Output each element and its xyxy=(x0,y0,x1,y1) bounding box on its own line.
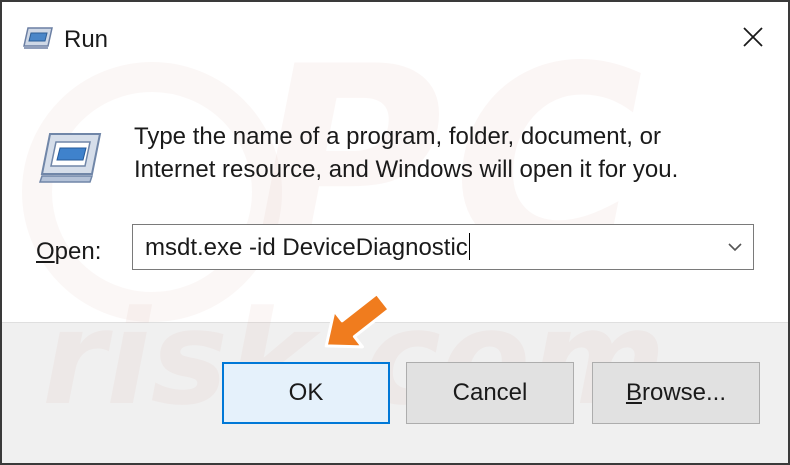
cancel-button[interactable]: Cancel xyxy=(406,362,574,424)
watermark-magnifier-icon xyxy=(22,62,282,322)
ok-button-label: OK xyxy=(288,379,324,406)
chevron-down-icon[interactable] xyxy=(725,237,745,257)
window-title: Run xyxy=(64,26,109,53)
instruction-text: Type the name of a program, folder, docu… xyxy=(134,120,734,186)
open-input-value: msdt.exe -id DeviceDiagnostic xyxy=(145,234,468,261)
browse-button-label: rowse... xyxy=(641,379,727,406)
run-dialog: Run PC risk.com Type the name of a progr… xyxy=(0,0,790,465)
cancel-button-label: Cancel xyxy=(452,379,528,406)
run-program-icon xyxy=(38,133,102,183)
browse-accel: B xyxy=(625,379,642,406)
close-icon xyxy=(743,27,763,47)
browse-button[interactable]: Browse... xyxy=(592,362,760,424)
open-label-accel: O xyxy=(36,238,55,265)
open-label: Open: xyxy=(36,238,101,266)
open-label-rest: pen: xyxy=(54,238,102,265)
instruction-line-1: Type the name of a program, folder, docu… xyxy=(134,123,661,150)
close-button[interactable] xyxy=(718,2,788,72)
run-icon xyxy=(23,27,53,49)
open-input[interactable]: msdt.exe -id DeviceDiagnostic xyxy=(145,233,470,262)
text-caret xyxy=(468,233,470,260)
open-combobox[interactable]: msdt.exe -id DeviceDiagnostic xyxy=(132,224,754,270)
ok-button[interactable]: OK xyxy=(222,362,390,424)
instruction-line-2: Internet resource, and Windows will open… xyxy=(134,156,679,183)
